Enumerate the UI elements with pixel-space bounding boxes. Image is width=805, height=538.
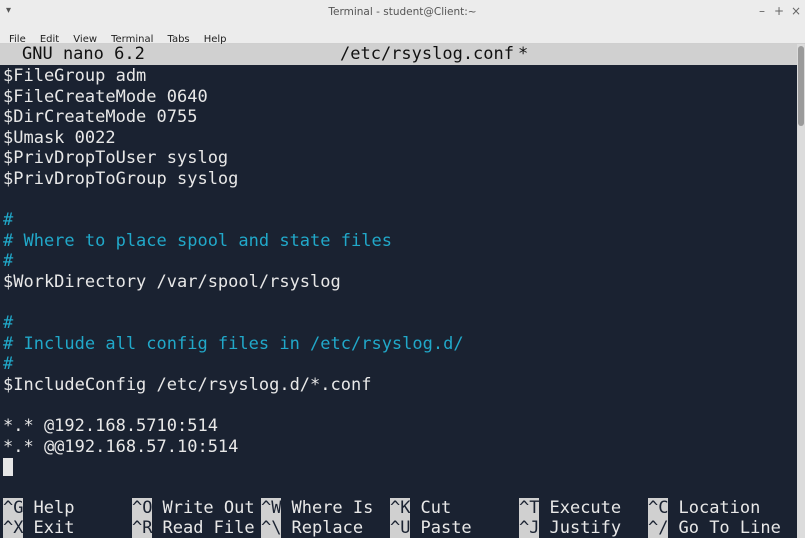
- shortcut-key: ^O: [132, 498, 153, 518]
- nano-filename: /etc/rsyslog.conf: [340, 44, 514, 64]
- config-line: $FileGroup adm: [3, 66, 147, 86]
- config-line: $FileCreateMode 0640: [3, 86, 208, 107]
- comment-line: # Where to place spool and state files: [3, 230, 392, 251]
- nano-version: GNU nano 6.2: [22, 44, 145, 64]
- shortcut-key: ^C: [648, 498, 669, 518]
- shortcut-label: Go To Line: [678, 518, 781, 538]
- close-button[interactable]: ×: [789, 4, 803, 18]
- shortcut-item[interactable]: ^K Cut: [390, 498, 451, 518]
- shortcut-label: Exit: [33, 518, 75, 538]
- shortcut-item[interactable]: ^T Execute: [519, 498, 621, 518]
- shortcut-item[interactable]: ^C Location: [648, 498, 760, 518]
- shortcut-key: ^W: [261, 498, 282, 518]
- shortcut-label: Where Is: [291, 498, 374, 518]
- shortcut-item[interactable]: ^R Read File: [132, 518, 255, 538]
- shortcut-label: Write Out: [162, 498, 255, 518]
- shortcut-key: ^J: [519, 518, 540, 538]
- scrollbar-thumb[interactable]: [798, 46, 804, 126]
- shortcut-item[interactable]: ^J Justify: [519, 518, 621, 538]
- config-line: $Umask 0022: [3, 127, 116, 148]
- config-line: *.* @192.168.5710:514: [3, 416, 218, 437]
- shortcut-key: ^U: [390, 518, 411, 538]
- shortcut-label: Replace: [291, 518, 364, 538]
- text-cursor: [3, 458, 13, 476]
- shortcut-key: ^/: [648, 518, 669, 538]
- config-line: $DirCreateMode 0755: [3, 107, 198, 128]
- shortcut-label: Help: [33, 498, 75, 518]
- shortcut-label: Read File: [162, 518, 255, 538]
- shortcut-item[interactable]: ^X Exit: [3, 518, 74, 538]
- comment-line: # Include all config files in /etc/rsysl…: [3, 333, 464, 354]
- modified-indicator: *: [518, 44, 529, 64]
- shortcut-key: ^X: [3, 518, 24, 538]
- title-bar[interactable]: ▾ Terminal - student@Client:~ – + ×: [0, 0, 805, 26]
- menu-bar: File Edit View Terminal Tabs Help: [0, 25, 805, 45]
- shortcut-item[interactable]: ^/ Go To Line: [648, 518, 781, 538]
- comment-line: #: [3, 251, 14, 272]
- config-line: $IncludeConfig /etc/rsyslog.d/*.conf: [3, 375, 372, 395]
- config-line: $WorkDirectory /var/spool/rsyslog: [3, 272, 341, 292]
- shortcut-label: Cut: [420, 498, 452, 518]
- config-line: *.* @@192.168.57.10:514: [3, 436, 239, 457]
- config-line: $PrivDropToGroup syslog: [3, 169, 239, 189]
- shortcut-item[interactable]: ^W Where Is: [261, 498, 373, 518]
- maximize-button[interactable]: +: [772, 4, 786, 18]
- comment-line: #: [3, 313, 14, 334]
- shortcut-label: Location: [678, 498, 761, 518]
- comment-line: #: [3, 210, 14, 231]
- config-line: $PrivDropToUser syslog: [3, 148, 229, 169]
- shortcut-key: ^R: [132, 518, 153, 538]
- terminal-content[interactable]: GNU nano 6.2 /etc/rsyslog.conf * $FileGr…: [0, 44, 797, 538]
- terminal-window: ▾ Terminal - student@Client:~ – + × File…: [0, 0, 805, 538]
- shortcut-label: Justify: [549, 518, 622, 538]
- shortcut-item[interactable]: ^U Paste: [390, 518, 472, 538]
- shortcut-label: Execute: [549, 498, 622, 518]
- shortcut-label: Paste: [420, 518, 472, 538]
- minimize-button[interactable]: –: [755, 4, 769, 18]
- shortcut-key: ^T: [519, 498, 540, 518]
- shortcut-key: ^G: [3, 498, 24, 518]
- scrollbar[interactable]: [797, 44, 805, 538]
- shortcut-item[interactable]: ^\ Replace: [261, 518, 363, 538]
- shortcut-item[interactable]: ^O Write Out: [132, 498, 255, 518]
- window-title: Terminal - student@Client:~: [328, 6, 477, 18]
- nano-header: GNU nano 6.2 /etc/rsyslog.conf *: [0, 44, 797, 65]
- shortcut-item[interactable]: ^G Help: [3, 498, 74, 518]
- comment-line: #: [3, 354, 14, 375]
- shortcut-key: ^K: [390, 498, 411, 518]
- shortcut-key: ^\: [261, 518, 282, 538]
